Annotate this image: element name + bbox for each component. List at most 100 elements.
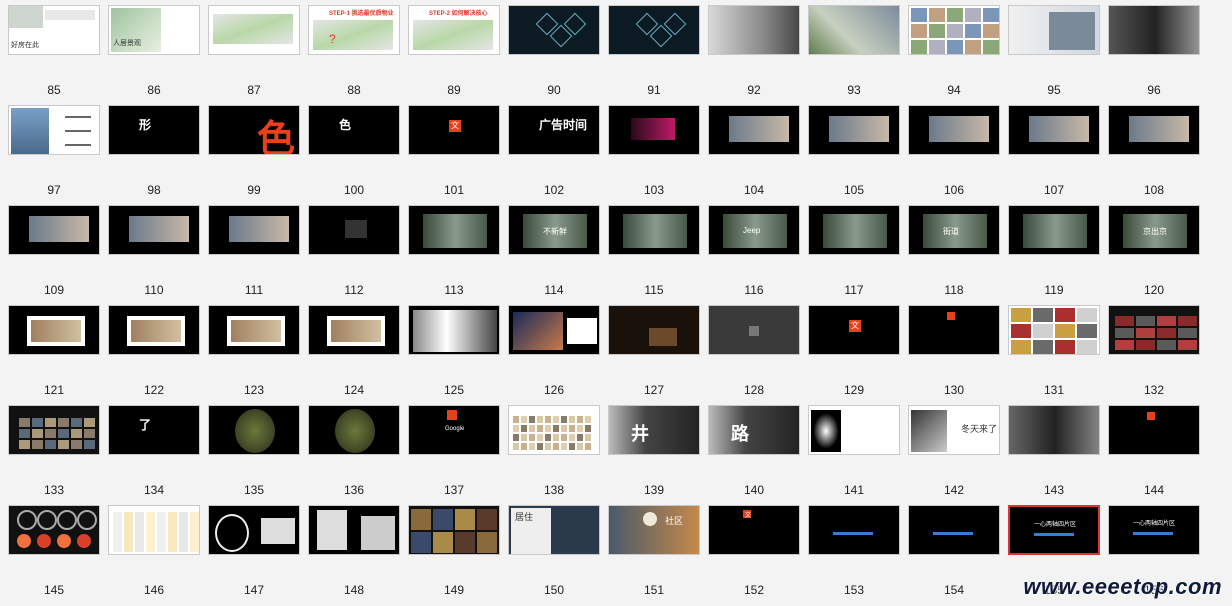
slide-thumbnail[interactable] xyxy=(308,305,400,355)
slide-image xyxy=(1115,340,1134,350)
slide-thumbnail[interactable] xyxy=(808,205,900,255)
slide-thumbnail[interactable] xyxy=(608,205,700,255)
slide-thumbnail[interactable] xyxy=(908,505,1000,555)
slide-thumbnail[interactable] xyxy=(408,205,500,255)
slide-image xyxy=(1049,12,1095,50)
slide-thumbnail[interactable]: 色 xyxy=(208,105,300,155)
slide-thumbnail[interactable] xyxy=(308,505,400,555)
slide-thumbnail[interactable]: 文 xyxy=(408,105,500,155)
slide-image xyxy=(911,24,927,38)
slide-thumbnail[interactable]: 一心两轴四片区 xyxy=(1108,505,1200,555)
slide-number: 120 xyxy=(1143,283,1165,297)
slide-thumbnail[interactable] xyxy=(608,105,700,155)
slide-thumbnail[interactable] xyxy=(608,305,700,355)
slide-image xyxy=(413,310,497,352)
slide-number: 135 xyxy=(243,483,265,497)
slide-thumbnail[interactable]: 井 xyxy=(608,405,700,455)
slide-image xyxy=(553,425,559,432)
slide-number: 141 xyxy=(843,483,865,497)
slide-thumbnail[interactable] xyxy=(708,305,800,355)
slide-thumbnail[interactable] xyxy=(8,505,100,555)
slide-thumbnail[interactable] xyxy=(208,5,300,55)
slide-thumbnail[interactable]: 街道 xyxy=(908,205,1000,255)
slide-image xyxy=(545,425,551,432)
slide-image xyxy=(569,443,575,450)
slide-thumbnail[interactable] xyxy=(108,505,200,555)
slide-thumbnail[interactable] xyxy=(1108,105,1200,155)
slide-thumbnail[interactable]: 色 xyxy=(308,105,400,155)
slide-thumbnail[interactable] xyxy=(908,5,1000,55)
slide-thumbnail[interactable] xyxy=(1008,405,1100,455)
slide-thumbnail[interactable] xyxy=(208,405,300,455)
slide-thumbnail[interactable]: STEP-2 如何解决核心 xyxy=(408,5,500,55)
slide-number: 146 xyxy=(143,583,165,597)
slide-thumbnail[interactable]: 好房在此 xyxy=(8,5,100,55)
slide-thumbnail[interactable] xyxy=(708,5,800,55)
slide-thumbnail[interactable] xyxy=(808,105,900,155)
slide-thumbnail[interactable] xyxy=(208,505,300,555)
slide-image xyxy=(317,510,347,550)
slide-thumbnail[interactable]: 京出京 xyxy=(1108,205,1200,255)
slide-thumbnail[interactable]: 文 xyxy=(808,305,900,355)
slide-image xyxy=(553,443,559,450)
slide-thumbnail[interactable] xyxy=(908,305,1000,355)
circle-shape xyxy=(37,510,57,530)
slide-thumbnail[interactable] xyxy=(208,205,300,255)
slide-number: 137 xyxy=(443,483,465,497)
slide-thumbnail[interactable] xyxy=(1008,205,1100,255)
slide-image xyxy=(513,443,519,450)
slide-thumbnail[interactable]: 了 xyxy=(108,405,200,455)
slide-image xyxy=(313,20,393,50)
slide-thumbnail[interactable] xyxy=(8,105,100,155)
slide-number: 87 xyxy=(247,83,261,97)
slide-thumbnail[interactable] xyxy=(1008,5,1100,55)
slide-thumbnail[interactable] xyxy=(8,305,100,355)
red-square xyxy=(947,312,955,320)
slide-thumbnail[interactable]: 形 xyxy=(108,105,200,155)
slide-image xyxy=(513,434,519,441)
slide-image xyxy=(84,440,95,449)
slide-thumbnail[interactable] xyxy=(808,5,900,55)
slide-image xyxy=(19,440,30,449)
slide-thumbnail[interactable] xyxy=(1008,105,1100,155)
slide-thumbnail[interactable] xyxy=(1108,405,1200,455)
slide-thumbnail[interactable] xyxy=(508,5,600,55)
slide-thumbnail[interactable] xyxy=(1108,5,1200,55)
slide-thumbnail[interactable]: 冬天来了 xyxy=(908,405,1000,455)
slide-thumbnail[interactable] xyxy=(108,205,200,255)
slide-thumbnail[interactable]: 广告时间 xyxy=(508,105,600,155)
slide-thumbnail[interactable] xyxy=(308,405,400,455)
slide-thumbnail[interactable] xyxy=(108,305,200,355)
slide-image xyxy=(553,434,559,441)
slide-thumbnail[interactable] xyxy=(508,305,600,355)
slide-thumbnail[interactable] xyxy=(808,505,900,555)
slide-thumbnail[interactable] xyxy=(308,205,400,255)
slide-thumbnail[interactable] xyxy=(208,305,300,355)
slide-thumbnail[interactable] xyxy=(408,505,500,555)
slide-thumbnail[interactable] xyxy=(8,405,100,455)
slide-thumbnail[interactable]: 社区 xyxy=(608,505,700,555)
slide-thumbnail[interactable]: 人居景观 xyxy=(108,5,200,55)
slide-image xyxy=(1129,116,1189,142)
slide-thumbnail[interactable] xyxy=(608,5,700,55)
slide-number: 149 xyxy=(443,583,465,597)
slide-thumbnail[interactable] xyxy=(708,105,800,155)
slide-thumbnail[interactable]: 一心两轴四片区 xyxy=(1008,505,1100,555)
slide-image xyxy=(32,440,43,449)
slide-thumbnail[interactable]: Jeep xyxy=(708,205,800,255)
slide-thumbnail[interactable]: STEP-1 挑选最优质物业? xyxy=(308,5,400,55)
slide-thumbnail[interactable] xyxy=(408,305,500,355)
slide-thumbnail[interactable]: 路 xyxy=(708,405,800,455)
slide-thumbnail[interactable] xyxy=(808,405,900,455)
slide-thumbnail[interactable] xyxy=(908,105,1000,155)
slide-thumbnail[interactable]: 文 xyxy=(708,505,800,555)
slide-thumbnail[interactable] xyxy=(508,405,600,455)
slide-thumbnail[interactable]: 不新鲜 xyxy=(508,205,600,255)
slide-thumbnail[interactable]: 居住 xyxy=(508,505,600,555)
slide-thumbnail[interactable] xyxy=(1008,305,1100,355)
slide-thumbnail[interactable] xyxy=(1108,305,1200,355)
slide-image xyxy=(729,116,789,142)
slide-thumbnail[interactable] xyxy=(8,205,100,255)
circle-shape xyxy=(37,534,51,548)
slide-thumbnail[interactable]: Google xyxy=(408,405,500,455)
